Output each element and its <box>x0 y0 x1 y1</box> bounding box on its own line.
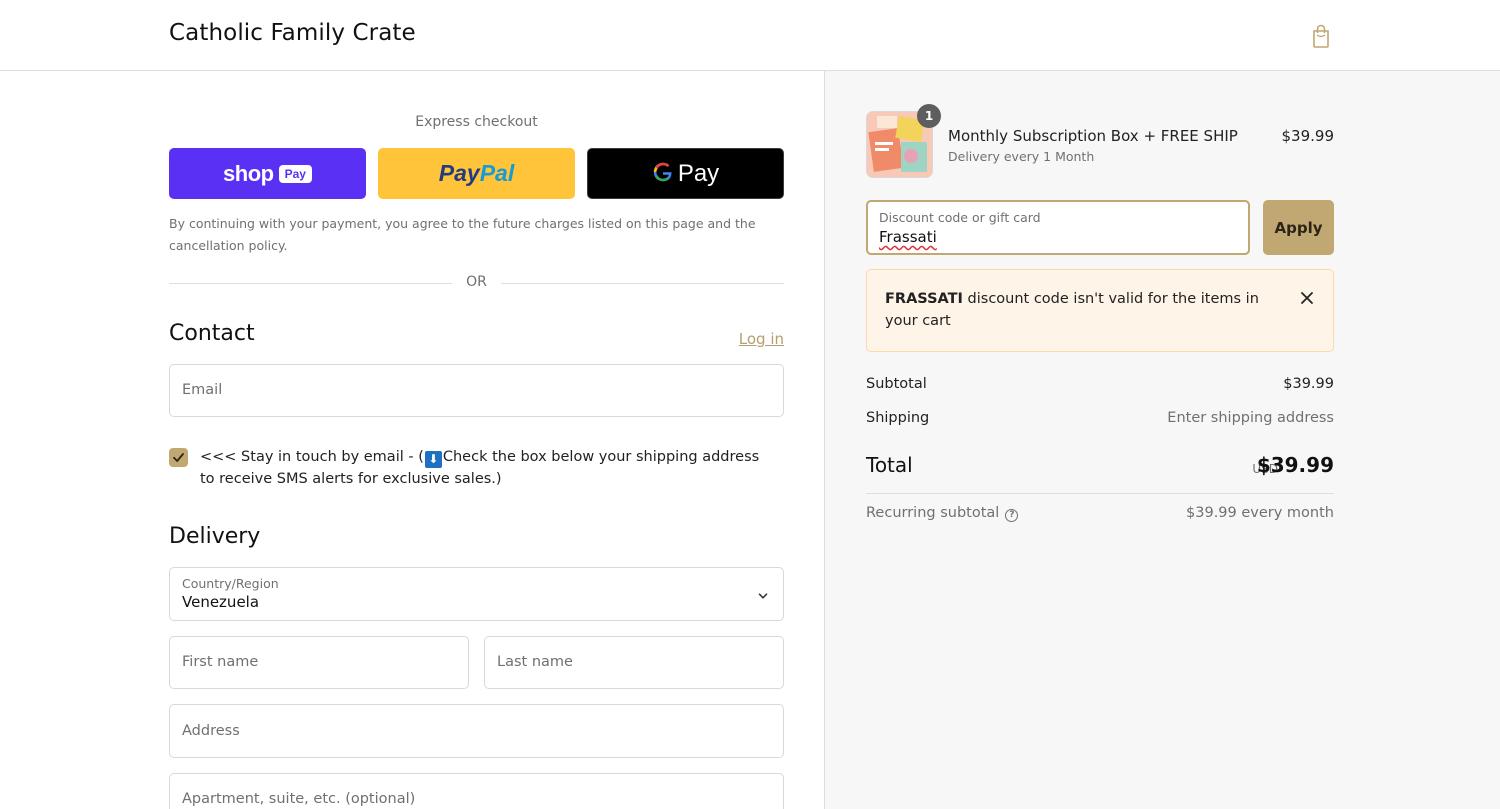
or-text: OR <box>466 274 487 290</box>
item-price: $39.99 <box>1281 127 1335 145</box>
or-divider: OR <box>169 274 784 294</box>
first-name-field[interactable]: First name <box>169 636 469 689</box>
paypal-logo-part2: Pal <box>479 160 515 186</box>
paypal-logo-part1: Pay <box>438 160 480 186</box>
order-summary: 1 Monthly Subscription Box + FREE SHIP D… <box>824 71 1500 809</box>
discount-error-code: FRASSATI <box>885 291 963 307</box>
recurring-subtotal-text: Recurring subtotal <box>866 505 1000 521</box>
item-delivery-frequency: Delivery every 1 Month <box>948 149 1095 164</box>
login-link[interactable]: Log in <box>739 330 784 348</box>
express-checkout-label: Express checkout <box>415 114 538 130</box>
discount-error-alert: FRASSATI discount code isn't valid for t… <box>866 269 1334 352</box>
shop-pay-button[interactable]: shop Pay <box>169 148 366 199</box>
chevron-down-icon <box>757 587 769 606</box>
contact-title: Contact <box>169 321 255 346</box>
email-placeholder: Email <box>182 382 223 398</box>
quantity-badge: 1 <box>917 104 941 128</box>
discount-code-value[interactable]: Frassati <box>879 228 937 246</box>
address-placeholder: Address <box>182 723 240 739</box>
help-icon[interactable]: ? <box>1005 509 1019 522</box>
check-icon <box>173 453 184 462</box>
close-icon[interactable] <box>1299 290 1315 306</box>
item-title: Monthly Subscription Box + FREE SHIP <box>948 127 1238 145</box>
discount-error-message: FRASSATI discount code isn't valid for t… <box>885 288 1275 332</box>
newsletter-text-before: <<< Stay in touch by email - ( <box>200 449 424 465</box>
header: Catholic Family Crate <box>0 0 1500 71</box>
newsletter-label: <<< Stay in touch by email - (⬇ Check the… <box>200 446 770 490</box>
last-name-field[interactable]: Last name <box>484 636 784 689</box>
recurring-subtotal-value: $39.99 every month <box>1186 505 1334 521</box>
google-g-icon <box>652 161 674 187</box>
first-name-placeholder: First name <box>182 654 259 670</box>
discount-code-label: Discount code or gift card <box>879 210 1041 225</box>
down-arrow-icon: ⬇ <box>424 451 442 468</box>
discount-code-field[interactable]: Discount code or gift card Frassati <box>866 200 1250 255</box>
shopping-bag-icon[interactable] <box>1309 23 1333 49</box>
delivery-title: Delivery <box>169 524 261 549</box>
shipping-value: Enter shipping address <box>1167 410 1334 426</box>
recurring-subtotal-label: Recurring subtotal? <box>866 505 1019 522</box>
total-label: Total <box>866 453 913 477</box>
newsletter-checkbox[interactable] <box>169 448 188 467</box>
country-select[interactable]: Country/Region Venezuela <box>169 567 784 621</box>
country-value: Venezuela <box>182 593 260 611</box>
apply-button[interactable]: Apply <box>1263 200 1334 255</box>
shipping-label: Shipping <box>866 410 930 426</box>
apartment-field[interactable]: Apartment, suite, etc. (optional) <box>169 773 784 809</box>
google-pay-word: Pay <box>677 159 720 187</box>
subtotal-label: Subtotal <box>866 376 927 392</box>
paypal-button[interactable]: Pay Pal <box>378 148 575 199</box>
address-field[interactable]: Address <box>169 704 784 758</box>
or-line-right <box>501 283 784 284</box>
total-value: $39.99 <box>1256 453 1334 477</box>
payment-agreement-text: By continuing with your payment, you agr… <box>169 216 756 253</box>
google-pay-button[interactable]: Pay <box>587 148 784 199</box>
store-name[interactable]: Catholic Family Crate <box>169 20 416 46</box>
apartment-placeholder: Apartment, suite, etc. (optional) <box>182 791 416 807</box>
divider <box>866 493 1334 494</box>
last-name-placeholder: Last name <box>497 654 573 670</box>
country-label: Country/Region <box>182 576 279 591</box>
email-field[interactable]: Email <box>169 364 784 417</box>
subtotal-value: $39.99 <box>1283 376 1334 392</box>
shop-pay-tag: Pay <box>278 164 312 183</box>
shop-pay-logo: shop <box>223 160 274 186</box>
